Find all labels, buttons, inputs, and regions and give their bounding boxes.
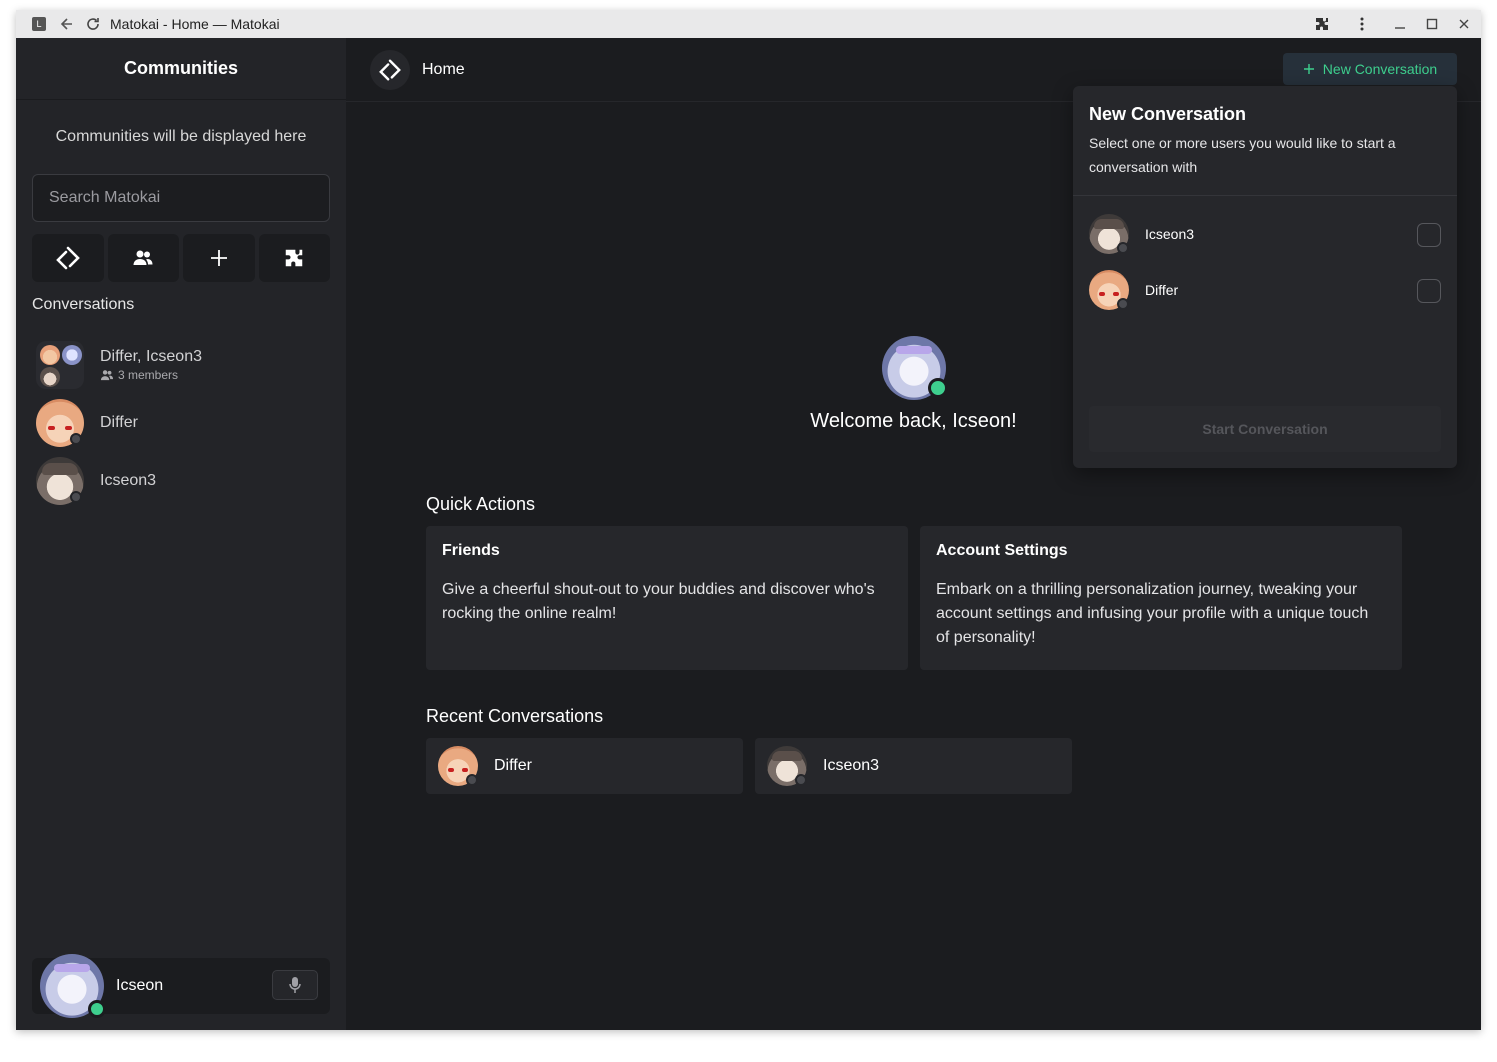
members-icon: [100, 370, 114, 381]
conversation-members: 3 members: [100, 368, 202, 382]
search-input[interactable]: Search Matokai: [32, 174, 330, 222]
username: Icseon: [116, 977, 164, 994]
recent-conversation-name: Icseon3: [823, 757, 880, 774]
recent-conversations-title: Recent Conversations: [426, 706, 604, 726]
close-icon[interactable]: [1451, 10, 1477, 38]
online-status-dot: [927, 378, 948, 398]
card-title: Account Settings: [936, 542, 1068, 559]
user-option[interactable]: Icseon3: [1089, 212, 1441, 256]
welcome-avatar: [881, 336, 948, 400]
add-button[interactable]: [183, 234, 255, 282]
select-checkbox[interactable]: [1417, 223, 1441, 247]
select-checkbox[interactable]: [1417, 279, 1441, 303]
differ-avatar: [438, 746, 478, 786]
more-menu-icon[interactable]: [1349, 10, 1375, 38]
back-icon[interactable]: [54, 10, 80, 38]
icseon3-avatar: [1089, 214, 1129, 254]
browser-window: L Matokai - Home — Matokai Communities C…: [16, 10, 1481, 1030]
user-option-name: Differ: [1145, 282, 1179, 298]
online-status-dot: [88, 1000, 106, 1018]
conversation-name: Differ, Icseon3: [100, 348, 202, 365]
differ-avatar: [36, 399, 84, 447]
home-logo-button[interactable]: [32, 234, 104, 282]
conversation-item[interactable]: Icseon3: [32, 452, 330, 510]
icseon3-avatar: [767, 746, 807, 786]
communities-note: Communities will be displayed here: [55, 128, 307, 145]
start-conversation-button[interactable]: Start Conversation: [1089, 406, 1441, 452]
microphone-icon: [289, 977, 301, 993]
new-conversation-label: New Conversation: [1322, 61, 1438, 77]
sidebar-header: Communities: [16, 38, 346, 100]
extensions-icon[interactable]: [1309, 10, 1335, 38]
conversations-title: Conversations: [32, 296, 135, 313]
new-conversation-popover: New Conversation Select one or more user…: [1073, 86, 1457, 468]
plus-icon: [210, 250, 227, 266]
card-description: Give a cheerful shout-out to your buddie…: [442, 581, 875, 622]
sidebar: Communities Communities will be displaye…: [16, 38, 346, 1030]
icseon-mini-avatar: [62, 345, 82, 365]
minimize-icon[interactable]: [1387, 10, 1413, 38]
search-placeholder: Search Matokai: [49, 189, 161, 206]
offline-status-dot: [1117, 298, 1129, 310]
browser-titlebar: L Matokai - Home — Matokai: [16, 10, 1481, 38]
sidebar-icon-row: [32, 234, 330, 282]
app-icon: L: [32, 17, 46, 31]
page-title: Home: [422, 60, 465, 78]
microphone-button[interactable]: [272, 970, 318, 1000]
conversation-name: Icseon3: [100, 472, 157, 489]
reload-icon[interactable]: [80, 10, 106, 38]
user-option-name: Icseon3: [1145, 226, 1195, 242]
conversation-item[interactable]: Differ: [32, 394, 330, 452]
maximize-icon[interactable]: [1419, 10, 1445, 38]
offline-status-dot: [70, 433, 82, 445]
account-settings-card[interactable]: Account Settings Embark on a thrilling p…: [920, 526, 1402, 670]
popover-description: Select one or more users you would like …: [1089, 135, 1396, 175]
conversation-list: Differ, Icseon3 3 members Differ Icseon3: [32, 336, 330, 510]
new-conversation-button[interactable]: New Conversation: [1283, 53, 1457, 85]
recent-conversation-item[interactable]: Icseon3: [755, 738, 1072, 794]
user-avatar[interactable]: [40, 954, 106, 1018]
offline-status-dot: [795, 774, 807, 786]
users-icon: [133, 250, 153, 265]
offline-status-dot: [466, 774, 478, 786]
offline-status-dot: [1117, 242, 1129, 254]
offline-status-dot: [70, 491, 82, 503]
friends-button[interactable]: [107, 234, 179, 282]
popover-header: New Conversation Select one or more user…: [1073, 86, 1457, 196]
plugins-button[interactable]: [258, 234, 330, 282]
matokai-logo-icon: [379, 59, 401, 80]
home-logo[interactable]: [370, 49, 410, 90]
popover-title: New Conversation: [1089, 104, 1247, 124]
puzzle-icon: [286, 249, 303, 267]
icseon3-mini-avatar: [40, 367, 60, 387]
user-option[interactable]: Differ: [1089, 268, 1441, 312]
differ-avatar: [1089, 270, 1129, 310]
recent-conversation-name: Differ: [494, 757, 532, 774]
conversation-name: Differ: [100, 414, 138, 431]
card-title: Friends: [442, 542, 500, 559]
window-title: Matokai - Home — Matokai: [110, 16, 280, 32]
user-panel: Icseon: [32, 954, 330, 1018]
quick-actions-title: Quick Actions: [426, 494, 536, 514]
plus-icon: [1303, 64, 1314, 74]
icseon3-avatar: [36, 457, 84, 505]
recent-conversation-item[interactable]: Differ: [426, 738, 743, 794]
members-count: 3 members: [118, 368, 179, 382]
conversation-item[interactable]: Differ, Icseon3 3 members: [32, 336, 330, 394]
friends-card[interactable]: Friends Give a cheerful shout-out to you…: [426, 526, 908, 670]
differ-mini-avatar: [40, 345, 60, 365]
group-avatar: [36, 341, 84, 389]
card-description: Embark on a thrilling personalization jo…: [936, 581, 1369, 646]
matokai-logo-icon: [55, 246, 80, 270]
